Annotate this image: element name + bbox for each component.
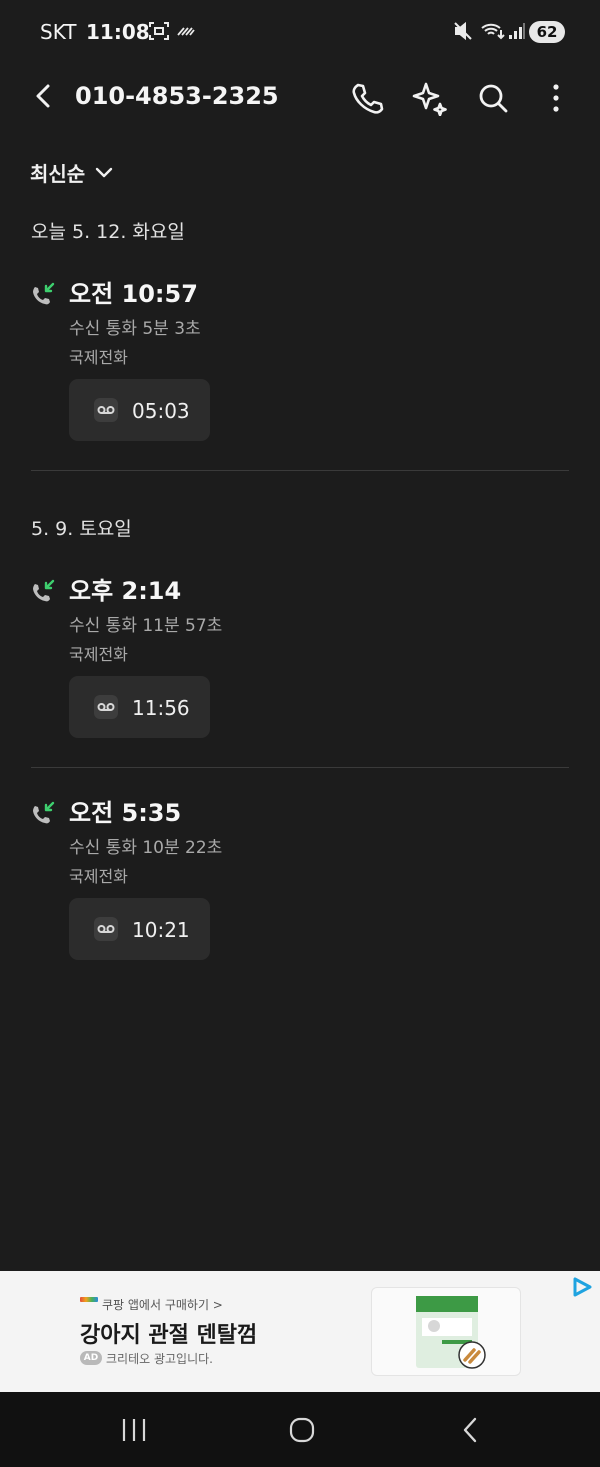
ad-note: 크리테오 광고입니다. bbox=[106, 1352, 213, 1366]
more-icon bbox=[553, 84, 559, 112]
call-time: 오전 10:57 bbox=[69, 280, 198, 308]
recording-duration: 10:21 bbox=[132, 918, 190, 942]
incoming-call-icon bbox=[31, 282, 57, 310]
voicemail-icon bbox=[94, 695, 118, 719]
recording-button[interactable]: 05:03 bbox=[69, 379, 210, 441]
call-time: 오후 2:14 bbox=[69, 577, 182, 605]
coupang-logo bbox=[80, 1297, 98, 1302]
recent-apps-button[interactable] bbox=[104, 1408, 164, 1452]
date-header: 오늘 5. 12. 화요일 bbox=[31, 221, 185, 243]
signal-icon bbox=[508, 20, 526, 46]
call-type: 국제전화 bbox=[69, 645, 128, 664]
back-icon bbox=[36, 84, 50, 108]
ad-title: 강아지 관절 덴탈껌 bbox=[80, 1323, 258, 1348]
nfc-icon bbox=[176, 20, 196, 46]
home-button[interactable] bbox=[272, 1408, 332, 1452]
app-bar: 010-4853-2325 bbox=[0, 64, 600, 134]
call-description: 수신 통화 10분 22초 bbox=[69, 838, 223, 858]
screenshot-icon bbox=[148, 20, 170, 46]
call-button[interactable] bbox=[345, 76, 389, 120]
recording-duration: 11:56 bbox=[132, 696, 190, 720]
voicemail-icon bbox=[94, 398, 118, 422]
recording-button[interactable]: 10:21 bbox=[69, 898, 210, 960]
call-time: 오전 5:35 bbox=[69, 799, 182, 827]
back-nav-icon bbox=[463, 1417, 477, 1443]
wifi-icon bbox=[480, 20, 506, 46]
date-header: 5. 9. 토요일 bbox=[31, 518, 132, 540]
status-bar: SKT 11:08 62 bbox=[0, 0, 600, 64]
back-nav-button[interactable] bbox=[440, 1408, 500, 1452]
navigation-bar bbox=[0, 1392, 600, 1467]
back-button[interactable] bbox=[24, 76, 64, 116]
ad-banner[interactable]: 쿠팡 앱에서 구매하기 > 강아지 관절 덴탈껌 AD 크리테오 광고입니다. bbox=[0, 1271, 600, 1392]
call-type: 국제전화 bbox=[69, 348, 128, 367]
sort-label: 최신순 bbox=[30, 162, 86, 186]
recording-button[interactable]: 11:56 bbox=[69, 676, 210, 738]
ad-product-image[interactable] bbox=[371, 1287, 521, 1376]
chevron-down-icon bbox=[96, 167, 113, 177]
incoming-call-icon bbox=[31, 579, 57, 607]
voicemail-icon bbox=[94, 917, 118, 941]
call-description: 수신 통화 11분 57초 bbox=[69, 616, 223, 636]
ai-button[interactable] bbox=[408, 76, 452, 120]
recent-apps-icon bbox=[122, 1419, 146, 1441]
ad-source-link[interactable]: 쿠팡 앱에서 구매하기 > bbox=[102, 1296, 223, 1313]
ad-badge: AD bbox=[80, 1351, 102, 1365]
sort-dropdown[interactable]: 최신순 bbox=[30, 158, 113, 187]
recording-duration: 05:03 bbox=[132, 399, 190, 423]
divider bbox=[31, 470, 569, 471]
call-type: 국제전화 bbox=[69, 867, 128, 886]
adchoices-icon[interactable] bbox=[570, 1275, 596, 1303]
incoming-call-icon bbox=[31, 801, 57, 829]
call-description: 수신 통화 5분 3초 bbox=[69, 319, 201, 339]
search-button[interactable] bbox=[471, 76, 515, 120]
more-options-button[interactable] bbox=[534, 76, 578, 120]
mute-icon bbox=[452, 20, 474, 46]
home-icon bbox=[289, 1417, 315, 1443]
sparkle-icon bbox=[412, 82, 447, 116]
status-time: 11:08 bbox=[86, 20, 150, 44]
call-icon bbox=[352, 83, 384, 114]
contact-number-title: 010-4853-2325 bbox=[75, 82, 279, 110]
carrier-label: SKT bbox=[40, 20, 77, 44]
battery-icon: 62 bbox=[529, 21, 565, 43]
search-icon bbox=[479, 84, 508, 113]
divider bbox=[31, 767, 569, 768]
